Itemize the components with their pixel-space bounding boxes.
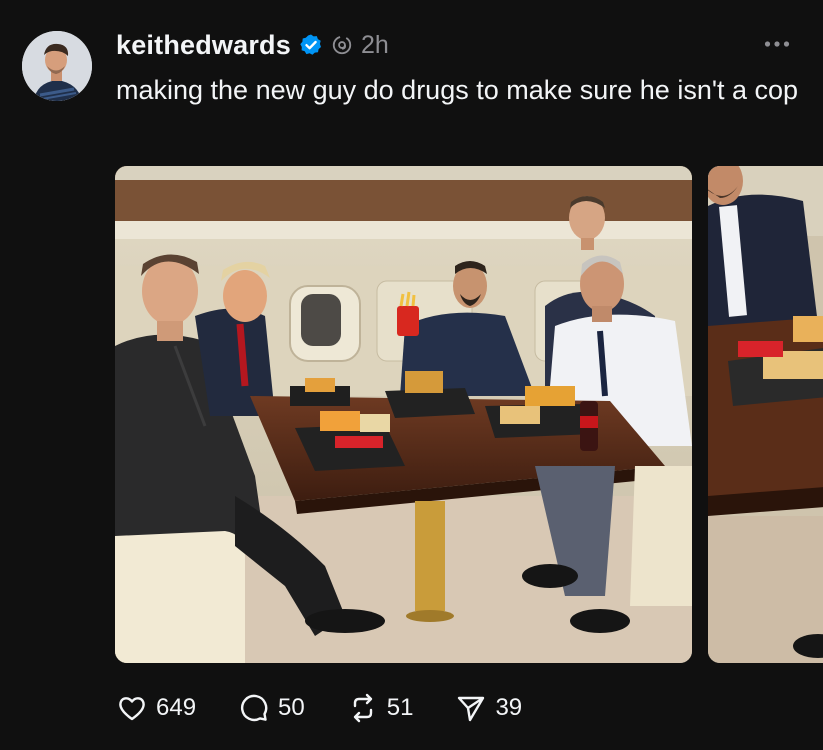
post-photo-1[interactable] [115, 166, 692, 663]
post-caption: making the new guy do drugs to make sure… [116, 75, 799, 105]
more-options-icon [764, 41, 790, 47]
like-count: 649 [156, 694, 197, 721]
send-icon [458, 696, 485, 722]
reply-button[interactable]: 50 [238, 692, 305, 724]
share-button[interactable]: 39 [455, 692, 522, 724]
action-bar: 649 50 51 39 [116, 688, 564, 728]
like-button[interactable]: 649 [116, 692, 196, 724]
post-header: keithedwards 2h [116, 27, 389, 63]
jet-cabin-photo-2 [708, 166, 823, 663]
jet-cabin-photo [115, 166, 692, 663]
post-timestamp: 2h [360, 30, 389, 59]
username[interactable]: keithedwards [116, 30, 291, 61]
avatar[interactable] [22, 31, 92, 101]
repost-count: 51 [386, 694, 414, 721]
share-count: 39 [495, 694, 523, 721]
verified-badge-icon [300, 34, 321, 55]
reply-count: 50 [278, 694, 305, 721]
comment-icon [241, 694, 268, 722]
heart-icon [119, 697, 145, 721]
repost-icon [353, 693, 372, 723]
more-options-button[interactable] [761, 28, 793, 60]
repost-button[interactable]: 51 [347, 692, 414, 724]
post-photo-2[interactable] [708, 166, 823, 663]
avatar-image [22, 31, 92, 101]
threads-logo-icon [332, 35, 352, 55]
